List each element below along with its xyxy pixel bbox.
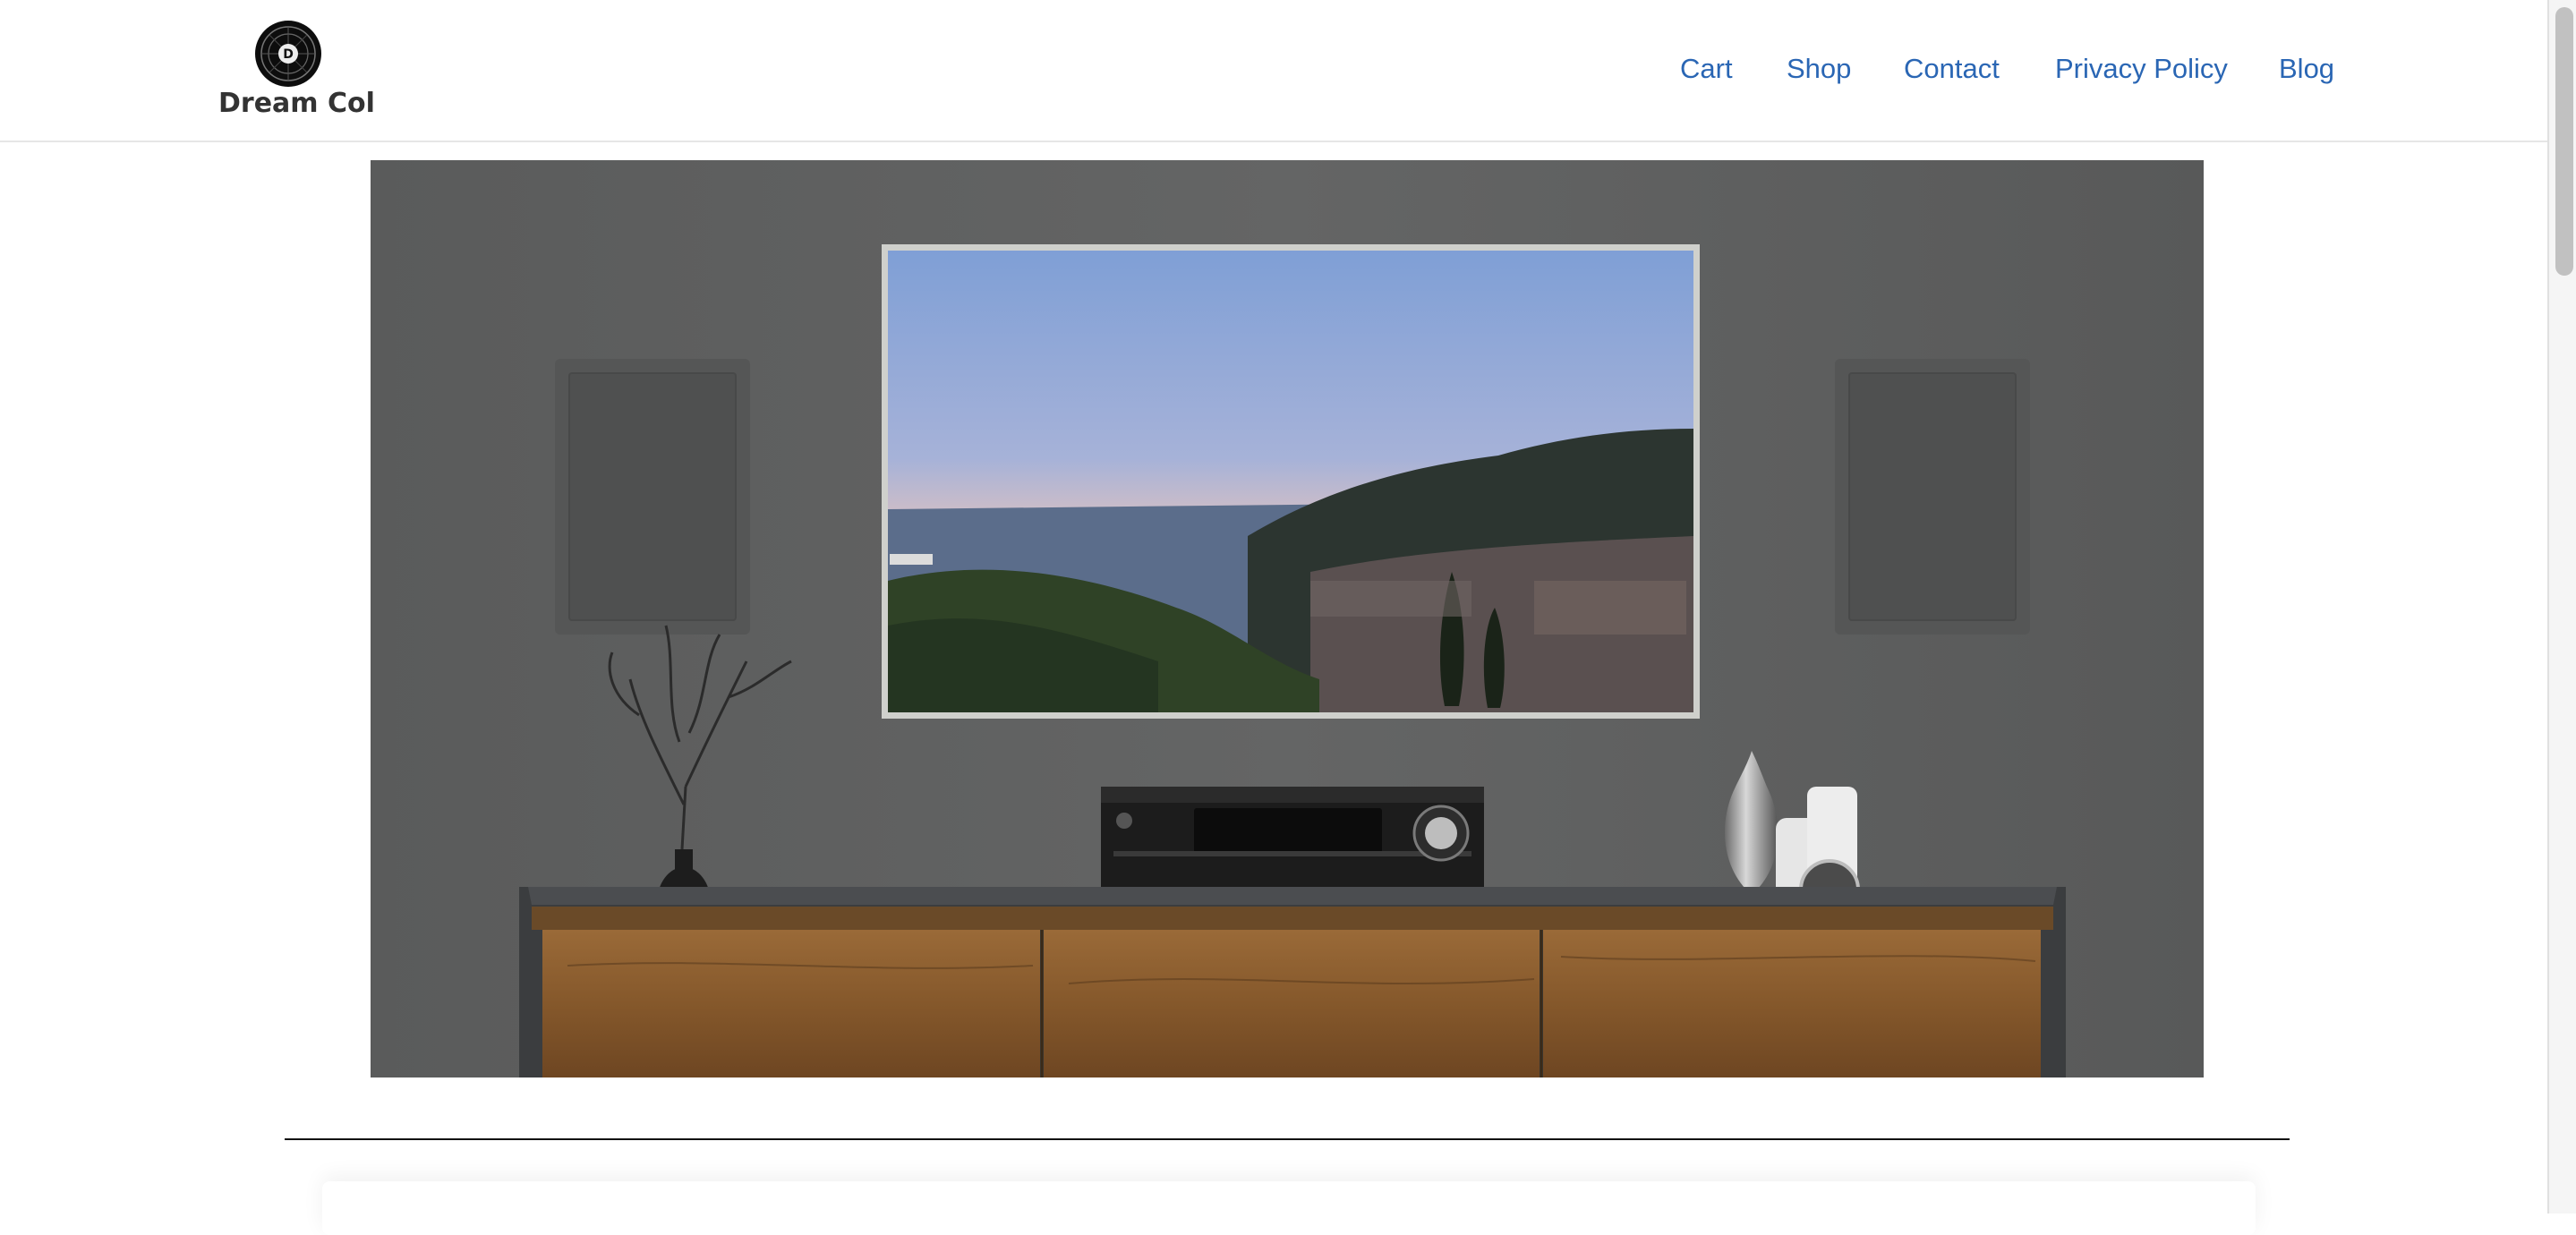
nav-cart[interactable]: Cart <box>1680 47 1733 91</box>
left-speaker <box>555 359 750 635</box>
tv <box>882 244 1700 719</box>
main-nav: Cart Shop Contact Privacy Policy Blog <box>0 47 2547 91</box>
site-header: D Dream Col Cart Shop Contact Privacy Po… <box>0 0 2547 142</box>
brand-name: Dream Col <box>218 88 375 119</box>
section-divider <box>285 1138 2290 1140</box>
scrollbar-thumb[interactable] <box>2555 7 2573 276</box>
page-scrollbar[interactable] <box>2547 0 2576 1214</box>
right-speaker <box>1835 359 2030 635</box>
nav-blog[interactable]: Blog <box>2279 47 2334 91</box>
hero-image <box>371 160 2204 1077</box>
tv-cabinet <box>532 907 2053 1077</box>
nav-shop[interactable]: Shop <box>1787 47 1851 91</box>
living-room-tv-image <box>371 160 2204 1077</box>
nav-privacy-policy[interactable]: Privacy Policy <box>2055 47 2228 91</box>
nav-contact[interactable]: Contact <box>1904 47 2000 91</box>
content-card <box>322 1181 2256 1235</box>
